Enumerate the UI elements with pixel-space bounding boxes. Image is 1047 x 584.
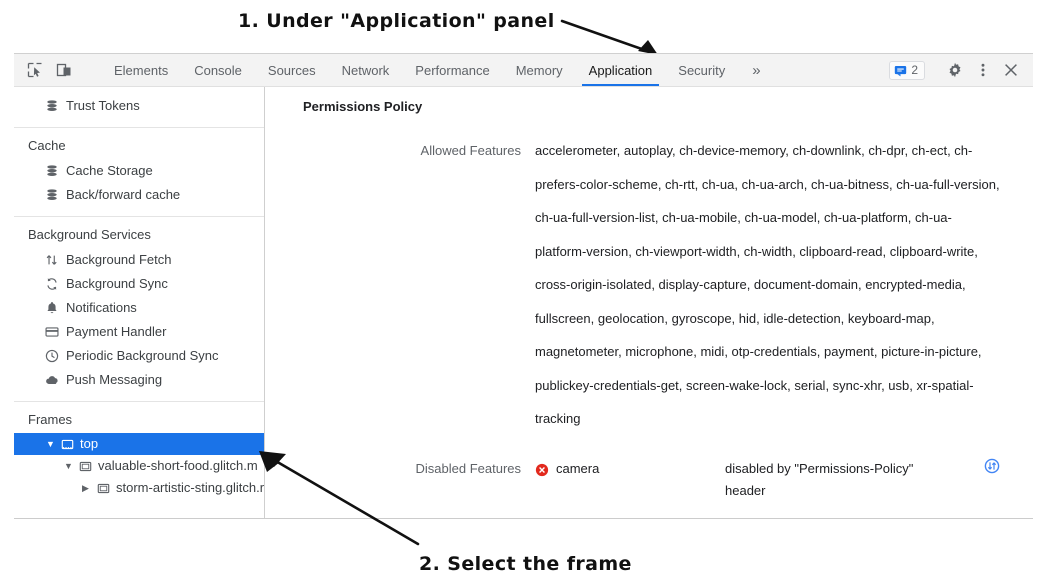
devtools-body: Trust Tokens Cache Cache Storage Back/fo…: [14, 87, 1033, 518]
disabled-feature-name: camera: [556, 460, 600, 476]
sidebar-item-push-messaging[interactable]: Push Messaging: [14, 368, 264, 392]
sidebar-section-storage: Trust Tokens: [14, 87, 264, 128]
page-title: Permissions Policy: [303, 99, 423, 114]
disabled-feature-entry: camera disabled by "Permissions-Policy" …: [535, 458, 1033, 502]
chevron-down-icon[interactable]: [46, 440, 55, 449]
sidebar-item-label: Cache Storage: [66, 163, 153, 178]
sidebar-section-title-cache: Cache: [28, 138, 66, 153]
sidebar-item-background-fetch[interactable]: Background Fetch: [14, 248, 264, 272]
tab-sources[interactable]: Sources: [255, 54, 329, 86]
sidebar-section-title-frames: Frames: [28, 412, 73, 427]
sidebar-item-background-sync[interactable]: Background Sync: [14, 272, 264, 296]
sidebar-item-payment-handler[interactable]: Payment Handler: [14, 320, 264, 344]
inspect-element-icon[interactable]: [24, 59, 46, 81]
sidebar-item-label: Back/forward cache: [66, 187, 181, 202]
tab-memory[interactable]: Memory: [503, 54, 576, 86]
cloud-icon: [44, 373, 59, 388]
kebab-menu-icon[interactable]: [970, 58, 996, 82]
hide-details-link[interactable]: Hide details: [535, 502, 603, 519]
tab-application[interactable]: Application: [576, 54, 666, 86]
sidebar-section-cache: Cache Cache Storage Back/forward cache: [14, 128, 264, 217]
chevron-down-icon[interactable]: [64, 462, 73, 471]
toolbar-left-icons: [14, 54, 101, 86]
sidebar-item-back-forward-cache[interactable]: Back/forward cache: [14, 183, 264, 207]
sidebar-item-label: Background Sync: [66, 276, 168, 291]
more-tabs-icon[interactable]: »: [738, 54, 774, 86]
reveal-request-cell: [940, 458, 1033, 477]
error-circle-icon: [535, 462, 549, 476]
sidebar-item-label: Push Messaging: [66, 372, 163, 387]
frame-tree-item-child-1[interactable]: valuable-short-food.glitch.m: [14, 455, 264, 477]
disabled-feature-reason: disabled by "Permissions-Policy" header: [725, 460, 914, 498]
device-toolbar-icon[interactable]: [53, 59, 75, 81]
arrows-up-down-icon: [44, 253, 59, 268]
tab-console[interactable]: Console: [181, 54, 255, 86]
sidebar-section-title-background-services: Background Services: [28, 227, 151, 242]
disabled-feature-name-cell: camera: [535, 458, 725, 480]
sidebar-item-periodic-background-sync[interactable]: Periodic Background Sync: [14, 344, 264, 368]
sidebar-item-label: Payment Handler: [66, 324, 167, 339]
frame-label: valuable-short-food.glitch.m: [98, 458, 258, 473]
frame-label: top: [80, 436, 99, 451]
close-icon[interactable]: [998, 58, 1024, 82]
frame-icon: [96, 481, 111, 496]
disabled-features-row: Disabled Features camera disabled by "Pe…: [265, 436, 1033, 502]
allowed-features-row: Allowed Features accelerometer, autoplay…: [265, 120, 1033, 436]
database-stack-icon: [44, 188, 59, 203]
application-sidebar: Trust Tokens Cache Cache Storage Back/fo…: [14, 87, 265, 518]
annotation-step-1: 1. Under "Application" panel: [238, 10, 555, 32]
tab-network[interactable]: Network: [329, 54, 403, 86]
sidebar-item-cache-storage[interactable]: Cache Storage: [14, 159, 264, 183]
devtools-toolbar: Elements Console Sources Network Perform…: [14, 54, 1033, 87]
sidebar-item-label: Notifications: [66, 300, 137, 315]
message-count: 2: [911, 63, 918, 77]
devtools-window: Elements Console Sources Network Perform…: [14, 53, 1033, 519]
allowed-features-label: Allowed Features: [420, 143, 521, 158]
permissions-policy-panel: Permissions Policy Allowed Features acce…: [265, 87, 1033, 518]
frame-label: storm-artistic-sting.glitch.r: [116, 480, 265, 495]
database-stack-icon: [44, 99, 59, 114]
credit-card-icon: [44, 325, 59, 340]
frame-tree-item-top[interactable]: top: [14, 433, 264, 455]
sidebar-section-background-services: Background Services Background Fetch Bac…: [14, 217, 264, 402]
sidebar-item-label: Trust Tokens: [66, 98, 140, 113]
database-stack-icon: [44, 164, 59, 179]
tab-elements[interactable]: Elements: [101, 54, 181, 86]
sidebar-item-label: Background Fetch: [66, 252, 172, 267]
sync-icon: [44, 277, 59, 292]
sidebar-section-frames: Frames top: [14, 402, 264, 508]
clock-icon: [44, 349, 59, 364]
tab-security[interactable]: Security: [665, 54, 738, 86]
annotation-step-2: 2. Select the frame: [419, 553, 632, 575]
message-count-badge[interactable]: 2: [889, 60, 925, 80]
sidebar-item-notifications[interactable]: Notifications: [14, 296, 264, 320]
message-icon: [895, 65, 907, 76]
frame-top-icon: [60, 437, 75, 452]
sidebar-item-label: Periodic Background Sync: [66, 348, 219, 363]
devtools-tabstrip: Elements Console Sources Network Perform…: [101, 54, 889, 86]
frame-tree-item-child-2[interactable]: storm-artistic-sting.glitch.r: [14, 477, 264, 499]
chevron-right-icon[interactable]: [82, 484, 91, 493]
toolbar-right-icons: 2: [889, 54, 1033, 86]
allowed-features-value: accelerometer, autoplay, ch-device-memor…: [535, 143, 1000, 426]
disabled-features-label: Disabled Features: [415, 460, 522, 476]
settings-gear-icon[interactable]: [942, 58, 968, 82]
reveal-in-network-icon[interactable]: [984, 458, 1000, 477]
frame-icon: [78, 459, 93, 474]
bell-icon: [44, 301, 59, 316]
tab-performance[interactable]: Performance: [402, 54, 502, 86]
sidebar-item-trust-tokens[interactable]: Trust Tokens: [14, 94, 264, 118]
